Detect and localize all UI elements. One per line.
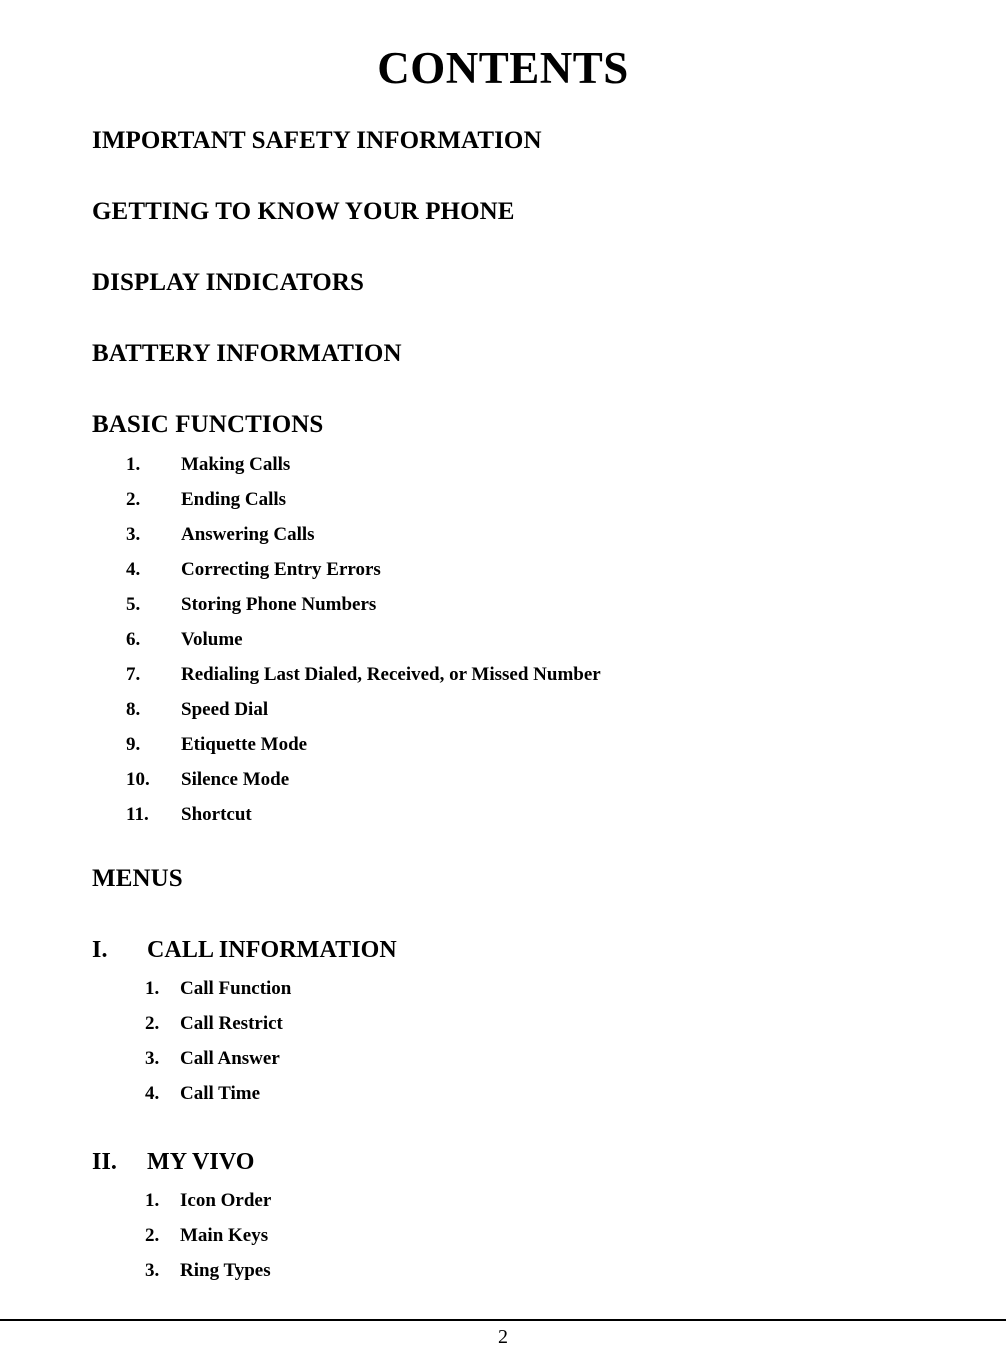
list-item[interactable]: 11. Shortcut <box>92 797 946 832</box>
list-item-number: 9. <box>126 734 141 755</box>
list-item-label: Call Answer <box>180 1048 280 1069</box>
list-item-number: 1. <box>126 454 141 475</box>
list-item-number: 1. <box>145 978 160 999</box>
list-item[interactable]: 9. Etiquette Mode <box>92 727 946 762</box>
toc-entry-call-information[interactable]: I. CALL INFORMATION <box>92 938 946 962</box>
section-heading-label: IMPORTANT SAFETY INFORMATION <box>92 127 542 154</box>
toc-entry-my-vivo[interactable]: II. MY VIVO <box>92 1150 946 1174</box>
list-item-number: 5. <box>126 594 141 615</box>
basic-functions-list: 1. Making Calls 2. Ending Calls 3. Answe… <box>92 447 946 832</box>
toc-body: IMPORTANT SAFETY INFORMATION GETTING TO … <box>0 91 1006 1288</box>
page-content: CONTENTS IMPORTANT SAFETY INFORMATION GE… <box>0 0 1006 1288</box>
page-title: CONTENTS <box>377 43 629 93</box>
list-item[interactable]: 3. Answering Calls <box>92 517 946 552</box>
menu-group-call-information: I. CALL INFORMATION 1. Call Function 2. … <box>92 891 946 1111</box>
list-item[interactable]: 6. Volume <box>92 622 946 657</box>
roman-group-title: CALL INFORMATION <box>147 937 397 963</box>
toc-entry-battery-information[interactable]: BATTERY INFORMATION <box>92 341 946 412</box>
list-item-label: Main Keys <box>180 1225 269 1246</box>
roman-numeral: I. <box>92 937 108 963</box>
section-heading-label: GETTING TO KNOW YOUR PHONE <box>92 198 515 225</box>
list-item-label: Redialing Last Dialed, Received, or Miss… <box>181 664 601 685</box>
list-item[interactable]: 8. Speed Dial <box>92 692 946 727</box>
list-item-label: Answering Calls <box>181 524 315 545</box>
list-item-number: 4. <box>145 1083 160 1104</box>
section-heading-label: BASIC FUNCTIONS <box>92 411 324 438</box>
list-item[interactable]: 7. Redialing Last Dialed, Received, or M… <box>92 657 946 692</box>
list-item[interactable]: 1. Call Function <box>92 971 946 1006</box>
list-item-number: 1. <box>145 1190 160 1211</box>
my-vivo-sublist: 1. Icon Order 2. Main Keys 3. Ring Types <box>92 1174 946 1288</box>
list-item[interactable]: 2. Ending Calls <box>92 482 946 517</box>
menus-heading-label: MENUS <box>92 865 183 892</box>
list-item-label: Correcting Entry Errors <box>181 559 381 580</box>
list-item-label: Icon Order <box>180 1190 272 1211</box>
section-heading-label: BATTERY INFORMATION <box>92 340 402 367</box>
section-heading-label: DISPLAY INDICATORS <box>92 269 365 296</box>
call-information-sublist: 1. Call Function 2. Call Restrict 3. Cal… <box>92 962 946 1111</box>
list-item[interactable]: 2. Call Restrict <box>92 1006 946 1041</box>
roman-numeral: II. <box>92 1149 117 1175</box>
list-item-number: 11. <box>126 804 149 825</box>
list-item[interactable]: 3. Call Answer <box>92 1041 946 1076</box>
list-item-number: 3. <box>145 1048 160 1069</box>
list-item-label: Ring Types <box>180 1260 271 1281</box>
list-item[interactable]: 5. Storing Phone Numbers <box>92 587 946 622</box>
list-item-label: Call Function <box>180 978 292 999</box>
list-item-label: Making Calls <box>181 454 291 475</box>
list-item-number: 3. <box>126 524 141 545</box>
page-number: 2 <box>498 1326 508 1348</box>
list-item[interactable]: 3. Ring Types <box>92 1253 946 1288</box>
list-item[interactable]: 1. Icon Order <box>92 1183 946 1218</box>
list-item[interactable]: 4. Correcting Entry Errors <box>92 552 946 587</box>
list-item-label: Call Time <box>180 1083 261 1104</box>
list-item[interactable]: 1. Making Calls <box>92 447 946 482</box>
list-item[interactable]: 2. Main Keys <box>92 1218 946 1253</box>
list-item-label: Shortcut <box>181 804 252 825</box>
list-item-label: Storing Phone Numbers <box>181 594 377 615</box>
list-item-label: Silence Mode <box>181 769 290 790</box>
list-item[interactable]: 10. Silence Mode <box>92 762 946 797</box>
page-footer: 2 <box>0 1319 1006 1353</box>
list-item-number: 2. <box>145 1013 160 1034</box>
toc-section-list: IMPORTANT SAFETY INFORMATION GETTING TO … <box>92 128 946 412</box>
list-item-number: 7. <box>126 664 141 685</box>
list-item-label: Volume <box>181 629 243 650</box>
list-item-number: 6. <box>126 629 141 650</box>
roman-group-title: MY VIVO <box>147 1149 255 1175</box>
list-item-number: 8. <box>126 699 141 720</box>
list-item-number: 3. <box>145 1260 160 1281</box>
list-item-label: Call Restrict <box>180 1013 283 1034</box>
document-page: CONTENTS IMPORTANT SAFETY INFORMATION GE… <box>0 0 1006 1353</box>
list-item-label: Ending Calls <box>181 489 287 510</box>
toc-entry-menus[interactable]: MENUS <box>92 832 946 891</box>
toc-entry-basic-functions[interactable]: BASIC FUNCTIONS <box>92 412 946 437</box>
list-item-label: Speed Dial <box>181 699 269 720</box>
list-item[interactable]: 4. Call Time <box>92 1076 946 1111</box>
list-item-number: 2. <box>126 489 141 510</box>
toc-entry-getting-to-know-your-phone[interactable]: GETTING TO KNOW YOUR PHONE <box>92 199 946 270</box>
toc-entry-display-indicators[interactable]: DISPLAY INDICATORS <box>92 270 946 341</box>
menu-group-my-vivo: II. MY VIVO 1. Icon Order 2. Main Keys 3… <box>92 1111 946 1288</box>
list-item-number: 2. <box>145 1225 160 1246</box>
list-item-number: 4. <box>126 559 141 580</box>
toc-entry-important-safety-information[interactable]: IMPORTANT SAFETY INFORMATION <box>92 128 946 199</box>
list-item-number: 10. <box>126 769 150 790</box>
list-item-label: Etiquette Mode <box>181 734 308 755</box>
